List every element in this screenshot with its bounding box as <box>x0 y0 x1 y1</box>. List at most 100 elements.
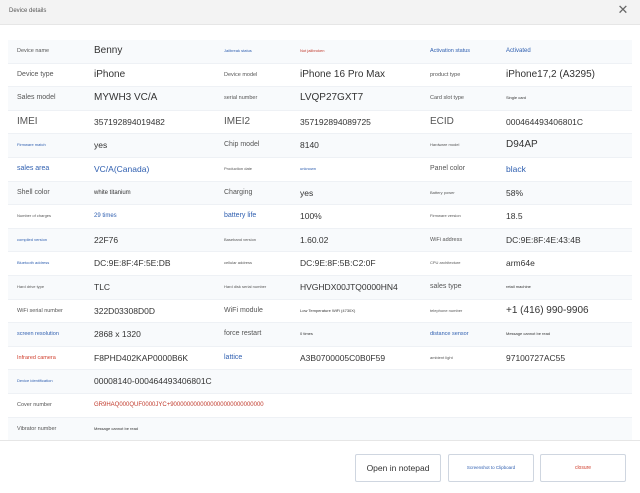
field-value: 1.60.02 <box>300 234 329 245</box>
field-label: Production date <box>224 165 253 171</box>
field-label: ambient light <box>430 354 453 360</box>
field-label: Jailbreak status <box>224 48 252 53</box>
field-value: DC:9E:8F:4E:43:4B <box>506 234 581 245</box>
field-value: 357192894019482 <box>94 116 165 127</box>
field-value: unknown <box>300 165 317 171</box>
field-value: DC:9E:8F:5B:C2:0F <box>300 258 376 269</box>
field-value: black <box>506 163 526 174</box>
device-details-table: Device name Benny Jailbreak status Not jail… <box>8 40 632 442</box>
detail-row: Vibrator number Message cannot be read <box>8 417 632 442</box>
field-label: Device name <box>17 48 50 54</box>
title-bar: Device details ✕ <box>0 0 640 25</box>
screenshot-to-clipboard-button[interactable]: Screenshot to Clipboard <box>448 454 534 482</box>
close-icon[interactable]: ✕ <box>616 3 630 17</box>
detail-row: Number of charges 29 times battery life 100… <box>8 205 632 229</box>
field-label: force restart <box>224 330 262 338</box>
open-in-notepad-button[interactable]: Open in notepad <box>355 454 441 482</box>
field-value: Activated <box>506 48 531 54</box>
field-label: WiFi module <box>224 306 263 314</box>
field-value: 29 times <box>94 213 117 220</box>
detail-row: WiFi serial number 322D03308D0D WiFi modul… <box>8 300 632 324</box>
detail-row: IMEI 357192894019482 IMEI2 357192894089725 E… <box>8 111 632 135</box>
detail-row: screen resolution 2868 x 1320 force restar… <box>8 323 632 347</box>
field-value: 2868 x 1320 <box>94 329 141 340</box>
field-value: 357192894089725 <box>300 116 371 127</box>
field-value: VC/A(Canada) <box>94 163 150 174</box>
field-value: 18.5 <box>506 211 523 222</box>
field-value: 322D03308D0D <box>94 305 155 316</box>
field-value: 22F76 <box>94 234 119 245</box>
field-value: 00008140-000464493406801C <box>94 376 212 387</box>
detail-row: Sales model MYWH3 VC/A serial number LVQP27… <box>8 87 632 111</box>
detail-row: Shell color white titanium Charging yes Batt… <box>8 181 632 206</box>
detail-row: Device identification 00008140-0004644934… <box>8 370 632 394</box>
field-value: +1 (416) 990-9906 <box>506 304 589 316</box>
field-label: Firmware match <box>17 142 46 148</box>
field-value: LVQP27GXT7 <box>300 92 364 104</box>
field-label: Firmware version <box>430 213 461 219</box>
field-label: distance sensor <box>430 331 469 338</box>
field-label: WiFi serial number <box>17 307 63 314</box>
field-value: Message cannot be read <box>94 425 139 431</box>
field-value: 8140 <box>300 140 319 151</box>
field-label: Device identification <box>17 378 53 384</box>
field-label: Card slot type <box>430 95 464 102</box>
field-value: Single card <box>506 95 527 101</box>
window-title: Device details <box>9 8 47 14</box>
field-label: WiFi address <box>430 236 463 243</box>
field-label: Vibrator number <box>17 425 57 432</box>
field-value: 0004644934068​01C <box>506 116 584 127</box>
field-label: battery life <box>224 212 257 220</box>
field-value: 58% <box>506 187 524 198</box>
field-label: ECID <box>430 115 454 127</box>
detail-row: Device name Benny Jailbreak status Not jail… <box>8 40 632 64</box>
field-value: 100% <box>300 211 322 222</box>
detail-row: sales area VC/A(Canada) Production date unk… <box>8 158 632 182</box>
field-label: compiled version <box>17 236 48 242</box>
field-label: Number of charges <box>17 213 52 219</box>
field-label: telephone number <box>430 307 463 313</box>
field-value: TLC <box>94 281 111 292</box>
field-label: Panel color <box>430 164 466 172</box>
field-label: Shell color <box>17 188 50 196</box>
field-value: 97100727AC55 <box>506 352 566 363</box>
closure-button[interactable]: closure <box>540 454 626 482</box>
detail-row: Firmware match yes Chip model 8140 Hardware … <box>8 134 632 158</box>
field-value: A3B0700005C0B0F59 <box>300 352 386 363</box>
field-label: Hard disk serial number <box>224 283 267 289</box>
field-label: Charging <box>224 188 253 196</box>
field-value: MYWH3 VC/A <box>94 92 158 104</box>
field-label: Chip model <box>224 141 260 149</box>
field-value: D94AP <box>506 139 538 151</box>
field-value: white titanium <box>94 189 131 196</box>
field-label: lattice <box>224 353 243 361</box>
field-label: Sales model <box>17 94 56 102</box>
field-label: Hard drive type <box>17 283 45 289</box>
field-value: iPhone17,2 (A3295) <box>506 68 595 80</box>
field-label: Baseband version <box>224 236 257 242</box>
field-value: iPhone <box>94 68 126 80</box>
footer-bar: Open in notepad Screenshot to Clipboard … <box>0 440 640 493</box>
field-label: product type <box>430 71 461 78</box>
field-label: serial number <box>224 95 258 102</box>
field-value: 0 times <box>300 331 313 337</box>
field-label: Cover number <box>17 401 52 408</box>
detail-row: Device type iPhone Device model iPhone 16 P… <box>8 64 632 88</box>
field-value: arm64e <box>506 258 535 269</box>
field-label: IMEI2 <box>224 115 251 127</box>
field-value: yes <box>300 187 314 198</box>
field-label: Device model <box>224 71 258 78</box>
field-label: sales area <box>17 164 50 172</box>
detail-row: Cover number GR9HAQ000QUF0000JYC+90000000… <box>8 394 632 418</box>
field-value: Not jailbroken <box>300 48 325 53</box>
field-label: Device type <box>17 70 54 78</box>
field-label: Bluetooth address <box>17 260 50 266</box>
field-label: cellular address <box>224 260 253 266</box>
field-value: Low Temperature WiFi (4730X) <box>300 307 356 313</box>
field-value: DC:9E:8F:4F:5E:DB <box>94 258 171 269</box>
field-value: GR9HAQ000QUF0000JYC+90000000000000000000… <box>94 401 264 408</box>
detail-row: compiled version 22F76 Baseband version 1.6… <box>8 228 632 253</box>
field-value: Message cannot be read <box>506 331 551 337</box>
field-value: HVGHDX00JTQ0000HN4 <box>300 281 398 292</box>
detail-row: Hard drive type TLC Hard disk serial numbe… <box>8 275 632 300</box>
